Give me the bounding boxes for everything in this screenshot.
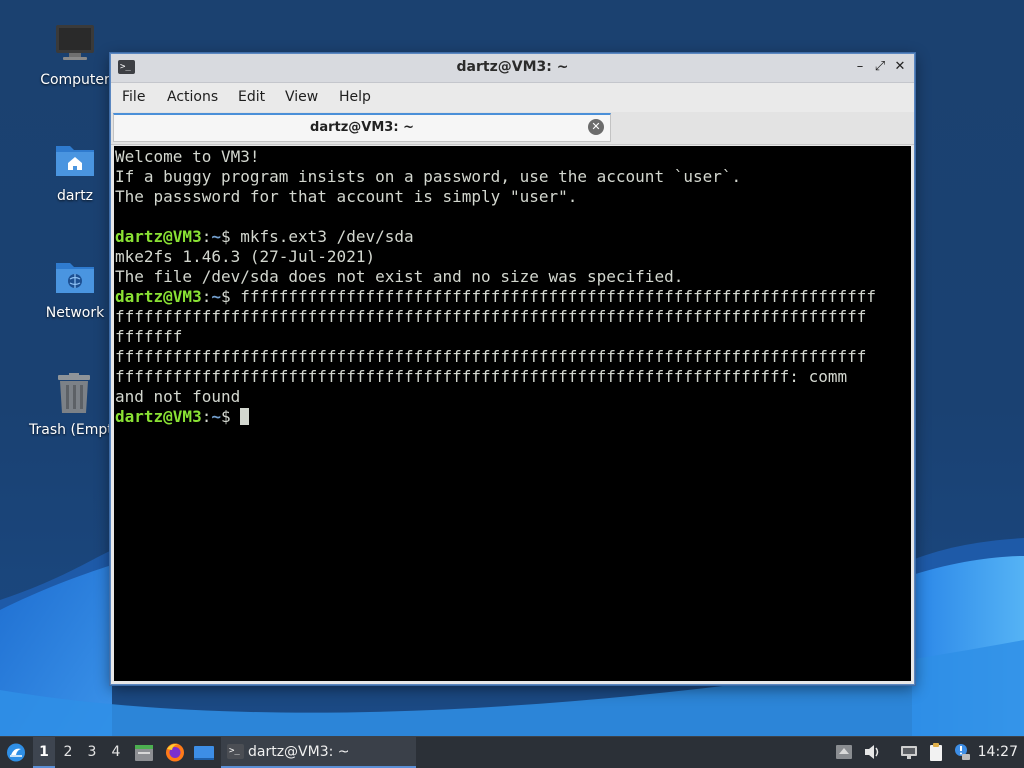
terminal-app-icon: >_ — [227, 744, 244, 759]
prompt-symbol: $ — [220, 227, 241, 246]
terminal-command: mkfs.ext3 /dev/sda — [240, 227, 414, 246]
network-wired-icon — [901, 746, 917, 759]
desktop-icon-label: Computer — [40, 72, 110, 88]
clock[interactable]: 14:27 — [978, 737, 1018, 768]
window-title: dartz@VM3: ~ — [456, 59, 569, 75]
terminal-window[interactable]: >_ dartz@VM3: ~ – ⤢ ✕ File Actions Edit … — [110, 53, 915, 685]
prompt-separator: : — [201, 407, 212, 426]
terminal-command: ffffffffffffffffffffffffffffffffffffffff… — [240, 287, 877, 306]
prompt-symbol: $ — [220, 407, 241, 426]
desktop-icon-label: dartz — [56, 188, 94, 204]
desktop-icon — [194, 746, 214, 760]
terminal-line: and not found — [115, 387, 241, 406]
window-titlebar[interactable]: >_ dartz@VM3: ~ – ⤢ ✕ — [111, 54, 914, 83]
tray-scroll-up-button[interactable] — [834, 742, 854, 762]
prompt-path: ~ — [211, 407, 221, 426]
taskbar: 1 2 3 4 >_ dartz@VM3: ~ 14:27 — [0, 736, 1024, 768]
terminal-output[interactable]: Welcome to VM3! If a buggy program insis… — [114, 146, 911, 681]
file-manager-icon — [135, 745, 153, 761]
prompt-separator: : — [201, 287, 212, 306]
terminal-line: The file /dev/sda does not exist and no … — [115, 267, 684, 286]
lubuntu-logo-icon — [7, 743, 25, 762]
text-cursor — [240, 408, 250, 425]
terminal-line: fffffff — [115, 327, 183, 346]
prompt-separator: : — [201, 227, 212, 246]
clipboard-tray-button[interactable] — [926, 742, 946, 762]
volume-button[interactable] — [862, 742, 882, 762]
workspace-4[interactable]: 4 — [105, 737, 127, 768]
desktop-icon-network[interactable]: Network — [30, 255, 120, 321]
prompt-user: dartz@VM3 — [115, 227, 202, 246]
terminal-line: ffffffffffffffffffffffffffffffffffffffff… — [115, 367, 848, 386]
terminal-line: mke2fs 1.46.3 (27-Jul-2021) — [115, 247, 376, 266]
prompt-path: ~ — [211, 287, 221, 306]
show-desktop-button[interactable] — [192, 737, 216, 768]
workspace-3[interactable]: 3 — [81, 737, 103, 768]
workspace-2[interactable]: 2 — [57, 737, 79, 768]
volume-icon — [865, 745, 879, 759]
menu-bar: File Actions Edit View Help — [111, 83, 914, 112]
prompt-user: dartz@VM3 — [115, 287, 202, 306]
tab-bar: dartz@VM3: ~ ✕ — [111, 112, 914, 145]
trash-icon — [52, 372, 96, 416]
taskbar-window-label: dartz@VM3: ~ — [248, 744, 350, 760]
minimize-button[interactable]: – — [852, 59, 868, 75]
tab-label: dartz@VM3: ~ — [310, 120, 414, 135]
tray-arrow-icon — [836, 745, 852, 759]
update-notifier-icon — [955, 744, 970, 760]
menu-actions[interactable]: Actions — [167, 89, 218, 105]
computer-icon — [53, 22, 97, 66]
desktop-icon-home-folder[interactable]: dartz — [30, 138, 120, 204]
network-tray-button[interactable] — [899, 742, 919, 762]
file-manager-launcher[interactable] — [133, 737, 155, 768]
app-menu-button[interactable] — [4, 737, 28, 768]
network-folder-icon — [53, 255, 97, 299]
menu-view[interactable]: View — [285, 89, 318, 105]
maximize-button[interactable]: ⤢ — [872, 59, 888, 75]
taskbar-window-terminal[interactable]: >_ dartz@VM3: ~ — [221, 737, 416, 768]
prompt-symbol: $ — [220, 287, 241, 306]
desktop-icon-label: Network — [45, 305, 105, 321]
updates-tray-button[interactable] — [952, 742, 972, 762]
desktop-icon-computer[interactable]: Computer — [30, 22, 120, 88]
tab-terminal[interactable]: dartz@VM3: ~ ✕ — [113, 113, 611, 142]
menu-help[interactable]: Help — [339, 89, 371, 105]
tab-close-icon[interactable]: ✕ — [588, 119, 604, 135]
firefox-launcher[interactable] — [163, 737, 187, 768]
terminal-line: ffffffffffffffffffffffffffffffffffffffff… — [115, 347, 867, 366]
home-folder-icon — [53, 138, 97, 182]
terminal-line: ffffffffffffffffffffffffffffffffffffffff… — [115, 307, 867, 326]
terminal-line: If a buggy program insists on a password… — [115, 167, 742, 186]
menu-file[interactable]: File — [122, 89, 145, 105]
workspace-1[interactable]: 1 — [33, 737, 55, 768]
terminal-line: Welcome to VM3! — [115, 147, 260, 166]
firefox-icon — [166, 743, 184, 762]
menu-edit[interactable]: Edit — [238, 89, 265, 105]
prompt-user: dartz@VM3 — [115, 407, 202, 426]
terminal-line: The passsword for that account is simply… — [115, 187, 578, 206]
clipboard-icon — [930, 743, 942, 761]
close-button[interactable]: ✕ — [892, 59, 908, 75]
prompt-path: ~ — [211, 227, 221, 246]
